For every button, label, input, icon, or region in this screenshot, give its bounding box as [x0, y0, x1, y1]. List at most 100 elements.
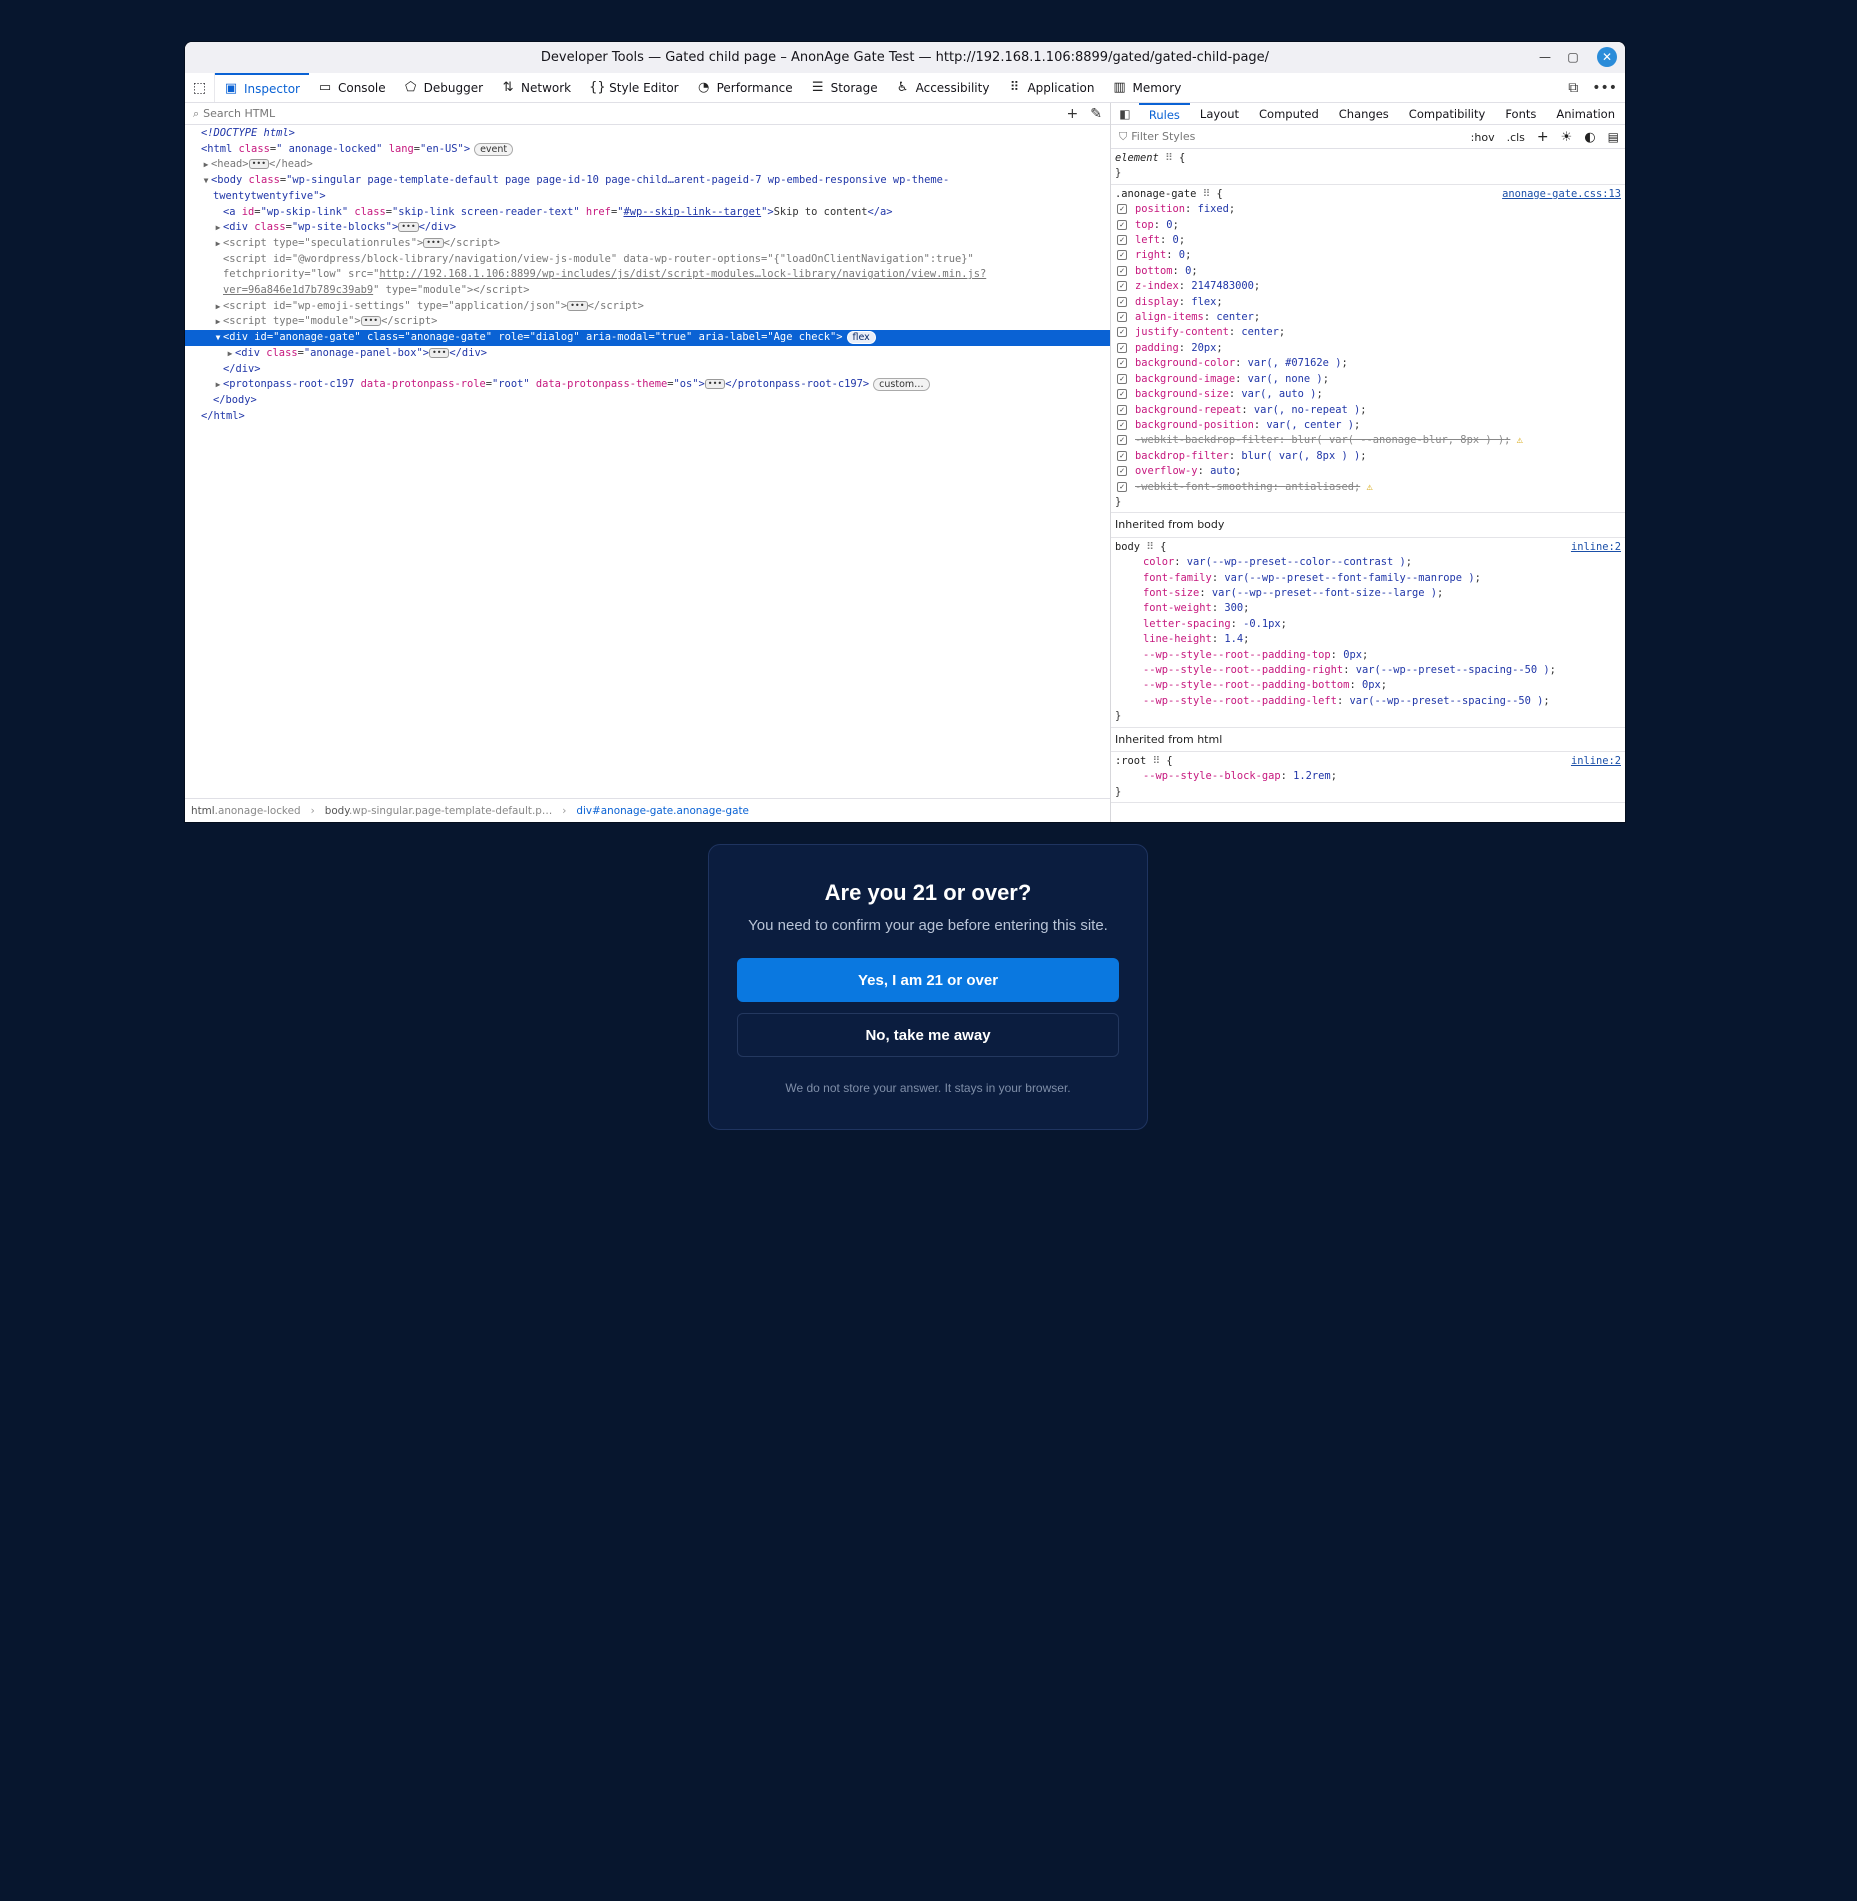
css-declaration[interactable]: ✓ justify-content: center;: [1115, 325, 1621, 340]
css-value[interactable]: auto: [1210, 465, 1235, 477]
element-picker-icon[interactable]: ⬚: [185, 73, 215, 102]
node-skip-link[interactable]: <a id="wp-skip-link" class="skip-link sc…: [185, 205, 1110, 221]
css-property[interactable]: background-color: [1135, 357, 1235, 369]
dark-theme-icon[interactable]: ◐: [1584, 130, 1595, 145]
tab-compatibility[interactable]: Compatibility: [1399, 103, 1496, 124]
css-value[interactable]: 20px: [1191, 342, 1216, 354]
css-value[interactable]: var(, center ): [1266, 419, 1354, 431]
tab-style-editor[interactable]: {} Style Editor: [580, 73, 687, 102]
node-script-nav[interactable]: <script id="@wordpress/block-library/nav…: [185, 252, 1110, 268]
expand-icon[interactable]: ▶: [213, 220, 223, 236]
css-property[interactable]: background-image: [1135, 373, 1235, 385]
css-value[interactable]: var(, no-repeat ): [1254, 404, 1360, 416]
css-value[interactable]: blur( var( --anonage-blur, 8px ) ): [1291, 434, 1504, 446]
node-script-module[interactable]: ▶ <script type="module"> ••• </script>: [185, 314, 1110, 330]
close-icon[interactable]: ✕: [1597, 47, 1617, 67]
tab-network[interactable]: ⇅ Network: [492, 73, 580, 102]
css-declaration[interactable]: font-family: var(--wp--preset--font-fami…: [1115, 571, 1621, 586]
css-property[interactable]: align-items: [1135, 311, 1204, 323]
toggle-sidebar-icon[interactable]: ◧: [1111, 103, 1139, 124]
declaration-checkbox[interactable]: ✓: [1117, 389, 1127, 400]
css-property[interactable]: -webkit-backdrop-filter: [1135, 434, 1279, 446]
add-rule-icon[interactable]: +: [1537, 129, 1549, 145]
declaration-checkbox[interactable]: ✓: [1117, 327, 1127, 338]
collapse-icon[interactable]: ▼: [213, 330, 223, 346]
node-site-blocks[interactable]: ▶ <div class="wp-site-blocks"> ••• </div>: [185, 220, 1110, 236]
dock-icon[interactable]: ⧉: [1568, 80, 1578, 96]
ellipsis-icon[interactable]: •••: [428, 347, 450, 358]
css-property[interactable]: --wp--style--root--padding-right: [1143, 664, 1343, 676]
css-property[interactable]: background-repeat: [1135, 404, 1241, 416]
tab-fonts[interactable]: Fonts: [1495, 103, 1546, 124]
css-value[interactable]: center: [1241, 326, 1279, 338]
css-declaration[interactable]: --wp--style--root--padding-right: var(--…: [1115, 663, 1621, 678]
declaration-checkbox[interactable]: ✓: [1117, 466, 1127, 477]
expand-icon[interactable]: ▶: [213, 299, 223, 315]
ellipsis-icon[interactable]: •••: [248, 159, 270, 170]
declaration-checkbox[interactable]: ✓: [1117, 219, 1127, 230]
custom-badge[interactable]: custom…: [873, 378, 930, 392]
css-declaration[interactable]: ✓ background-color: var(, #07162e );: [1115, 356, 1621, 371]
css-property[interactable]: overflow-y: [1135, 465, 1198, 477]
css-declaration[interactable]: ✓ backdrop-filter: blur( var(, 8px ) );: [1115, 449, 1621, 464]
cls-toggle[interactable]: .cls: [1507, 131, 1525, 144]
add-node-icon[interactable]: +: [1067, 106, 1079, 122]
css-declaration[interactable]: ✓ background-size: var(, auto );: [1115, 387, 1621, 402]
confirm-age-button[interactable]: Yes, I am 21 or over: [737, 958, 1119, 1002]
css-value[interactable]: 300: [1224, 602, 1243, 614]
expand-icon[interactable]: ▶: [201, 157, 211, 173]
css-property[interactable]: display: [1135, 296, 1179, 308]
node-protonpass[interactable]: ▶ <protonpass-root-c197 data-protonpass-r…: [185, 377, 1110, 393]
css-declaration[interactable]: --wp--style--root--padding-top: 0px;: [1115, 648, 1621, 663]
css-property[interactable]: justify-content: [1135, 326, 1229, 338]
expand-icon[interactable]: ▶: [213, 236, 223, 252]
css-value[interactable]: 2147483000: [1191, 280, 1254, 292]
css-property[interactable]: background-position: [1135, 419, 1254, 431]
css-declaration[interactable]: --wp--style--block-gap: 1.2rem;: [1115, 769, 1621, 784]
css-value[interactable]: var(, auto ): [1241, 388, 1316, 400]
declaration-checkbox[interactable]: ✓: [1117, 404, 1127, 415]
css-value[interactable]: var(--wp--preset--spacing--50 ): [1349, 695, 1543, 707]
declaration-checkbox[interactable]: ✓: [1117, 312, 1127, 323]
css-property[interactable]: top: [1135, 219, 1154, 231]
node-html[interactable]: <html class=" anonage-locked" lang="en-U…: [185, 142, 1110, 158]
css-declaration[interactable]: ✓ display: flex;: [1115, 295, 1621, 310]
tab-changes[interactable]: Changes: [1329, 103, 1399, 124]
warning-icon[interactable]: ⚠: [1510, 434, 1523, 446]
css-value[interactable]: antialiased: [1285, 481, 1354, 493]
css-declaration[interactable]: ✓ background-repeat: var(, no-repeat );: [1115, 403, 1621, 418]
css-declaration[interactable]: ✓ align-items: center;: [1115, 310, 1621, 325]
css-declaration[interactable]: --wp--style--root--padding-bottom: 0px;: [1115, 678, 1621, 693]
declaration-checkbox[interactable]: ✓: [1117, 450, 1127, 461]
node-script-speculation[interactable]: ▶ <script type="speculationrules"> ••• </sc…: [185, 236, 1110, 252]
css-property[interactable]: right: [1135, 249, 1166, 261]
css-value[interactable]: blur( var(, 8px ) ): [1241, 450, 1360, 462]
node-panel-box[interactable]: ▶ <div class="anonage-panel-box"> ••• </div…: [185, 346, 1110, 362]
declaration-checkbox[interactable]: ✓: [1117, 204, 1127, 215]
css-property[interactable]: --wp--style--root--padding-left: [1143, 695, 1337, 707]
tab-rules[interactable]: Rules: [1138, 103, 1190, 124]
css-value[interactable]: var(--wp--preset--color--contrast ): [1187, 556, 1406, 568]
css-value[interactable]: var(, none ): [1248, 373, 1323, 385]
css-declaration[interactable]: ✓ -webkit-backdrop-filter: blur( var( --a…: [1115, 433, 1621, 448]
ellipsis-icon[interactable]: •••: [360, 316, 382, 327]
more-options-icon[interactable]: •••: [1592, 80, 1617, 96]
css-property[interactable]: line-height: [1143, 633, 1212, 645]
expand-icon[interactable]: ▶: [213, 377, 223, 393]
css-declaration[interactable]: ✓ background-position: var(, center );: [1115, 418, 1621, 433]
ellipsis-icon[interactable]: •••: [704, 379, 726, 390]
declaration-checkbox[interactable]: ✓: [1117, 481, 1127, 492]
flex-badge[interactable]: flex: [846, 331, 876, 345]
css-value[interactable]: 1.2rem: [1293, 770, 1331, 782]
css-declaration[interactable]: ✓ top: 0;: [1115, 218, 1621, 233]
breadcrumb-html[interactable]: html.anonage-locked: [191, 805, 301, 817]
css-declaration[interactable]: letter-spacing: -0.1px;: [1115, 617, 1621, 632]
css-declaration[interactable]: ✓ bottom: 0;: [1115, 264, 1621, 279]
event-badge[interactable]: event: [474, 142, 514, 156]
css-declaration[interactable]: ✓ z-index: 2147483000;: [1115, 279, 1621, 294]
ellipsis-icon[interactable]: •••: [398, 222, 419, 233]
css-declaration[interactable]: font-size: var(--wp--preset--font-size--…: [1115, 586, 1621, 601]
declaration-checkbox[interactable]: ✓: [1117, 265, 1127, 276]
print-media-icon[interactable]: ▤: [1608, 130, 1619, 144]
leave-site-button[interactable]: No, take me away: [737, 1013, 1119, 1057]
